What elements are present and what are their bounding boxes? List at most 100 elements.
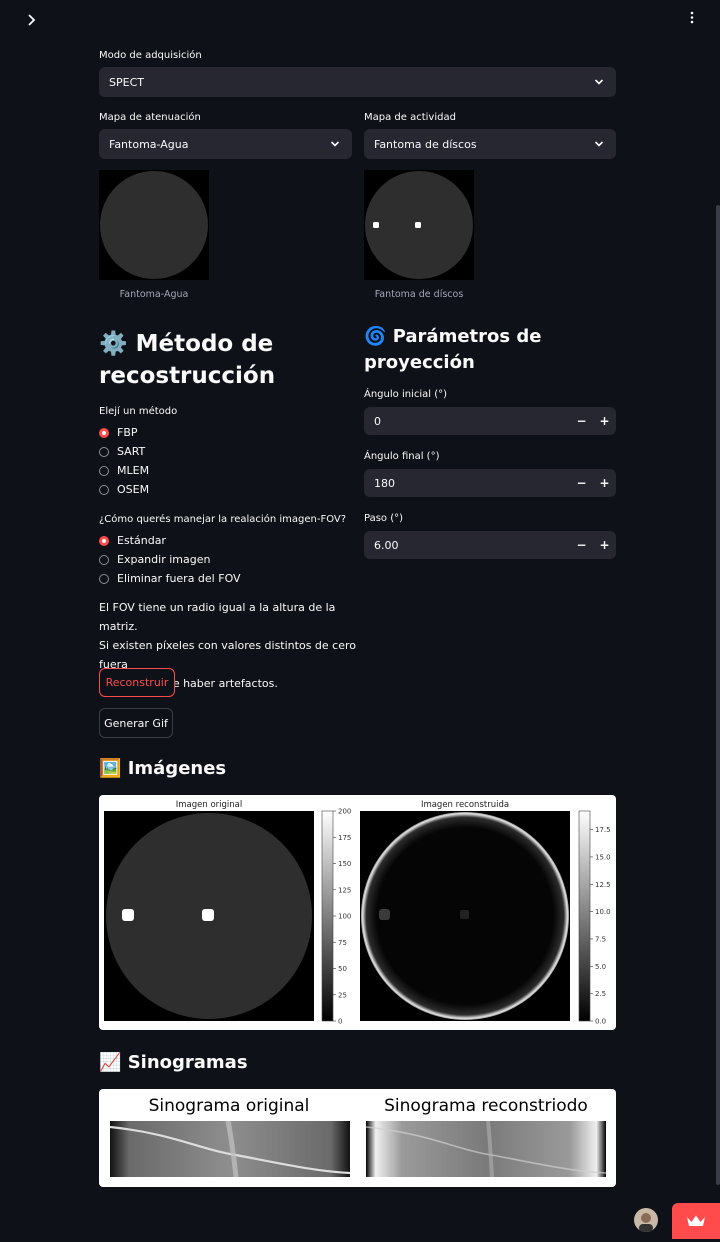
fov-option-label: Expandir imagen — [117, 553, 211, 566]
start-angle-input[interactable]: 0 − + — [364, 407, 616, 435]
end-angle-label: Ángulo final (°) — [364, 451, 440, 462]
start-angle-increment-button[interactable]: + — [593, 407, 616, 435]
original-colorbar-tick-label: 175 — [338, 834, 351, 842]
fov-label: ¿Cómo querés manejar la realación imagen… — [99, 514, 347, 525]
crown-icon — [687, 1215, 705, 1226]
method-option-sart[interactable]: SART — [99, 442, 149, 461]
end-angle-decrement-button[interactable]: − — [570, 469, 593, 497]
original-colorbar-tick-label: 200 — [338, 808, 351, 816]
expand-sidebar-button[interactable] — [24, 12, 40, 28]
fov-option-label: Estándar — [117, 534, 166, 547]
radio-empty-icon — [99, 484, 109, 495]
end-angle-value: 180 — [374, 476, 395, 490]
method-label: Elejí un método — [99, 406, 178, 417]
method-option-fbp[interactable]: FBP — [99, 423, 149, 442]
radio-selected-icon — [99, 427, 109, 438]
fov-option-expand[interactable]: Expandir imagen — [99, 550, 241, 569]
avatar-face-icon — [639, 1213, 653, 1232]
projection-title: Parámetros de proyección — [364, 326, 542, 373]
activity-preview-image — [364, 170, 474, 280]
activity-select[interactable]: Fantoma de díscos — [364, 129, 616, 159]
acquisition-select[interactable]: SPECT — [99, 67, 616, 97]
page-scrollbar[interactable] — [716, 205, 720, 1185]
chevron-down-icon — [594, 141, 604, 147]
original-image-title: Imagen original — [176, 800, 242, 810]
method-option-label: FBP — [117, 426, 138, 439]
start-angle-value: 0 — [374, 414, 381, 428]
sinograms-title: Sinogramas — [127, 1052, 248, 1073]
radio-empty-icon — [99, 465, 109, 476]
radio-selected-icon — [99, 535, 109, 546]
recon-colorbar — [578, 810, 591, 1022]
method-radio-group: FBP SART MLEM OSEM — [99, 423, 149, 499]
recon-sinogram-image — [366, 1121, 606, 1177]
recon-colorbar-tick-label: 12.5 — [595, 881, 611, 889]
recon-colorbar-tick-label: 15.0 — [595, 853, 611, 861]
original-colorbar-tick-label: 25 — [338, 991, 347, 999]
fov-note-line: El FOV tiene un radio igual a la altura … — [99, 601, 336, 633]
original-colorbar-tick-label: 125 — [338, 886, 351, 894]
original-colorbar-tick-label: 0 — [338, 1018, 342, 1026]
fov-option-label: Eliminar fuera del FOV — [117, 572, 241, 585]
images-heading: 🖼️ Imágenes — [99, 756, 226, 782]
recon-colorbar-tick-label: 5.0 — [595, 963, 606, 971]
original-colorbar-tick-label: 100 — [338, 913, 351, 921]
framed-picture-icon: 🖼️ — [99, 758, 122, 779]
radio-empty-icon — [99, 554, 109, 565]
method-option-osem[interactable]: OSEM — [99, 480, 149, 499]
method-heading: ⚙️ Método de recostrucción — [99, 328, 339, 392]
images-title: Imágenes — [127, 758, 227, 779]
attenuation-select[interactable]: Fantoma-Agua — [99, 129, 352, 159]
original-image-plot — [104, 811, 314, 1021]
step-decrement-button[interactable]: − — [570, 531, 593, 559]
recon-colorbar-tick-label: 17.5 — [595, 826, 611, 834]
activity-value: Fantoma de díscos — [374, 137, 477, 151]
chevron-down-icon — [594, 79, 604, 85]
kebab-menu-icon — [690, 11, 694, 24]
projection-heading: 🌀 Parámetros de proyección — [364, 324, 594, 376]
step-value: 6.00 — [374, 538, 399, 552]
method-option-label: OSEM — [117, 483, 150, 496]
radio-empty-icon — [99, 573, 109, 584]
recon-sinogram-title: Sinograma reconstriodo — [384, 1096, 588, 1116]
fov-option-standard[interactable]: Estándar — [99, 531, 241, 550]
recon-image-title: Imagen reconstruida — [421, 800, 509, 810]
original-sinogram-title: Sinograma original — [148, 1096, 310, 1116]
spiral-icon: 🌀 — [364, 326, 387, 347]
original-colorbar-tick-label: 75 — [338, 939, 347, 947]
chevron-right-icon — [28, 14, 36, 26]
method-option-mlem[interactable]: MLEM — [99, 461, 149, 480]
attenuation-value: Fantoma-Agua — [109, 137, 189, 151]
end-angle-input[interactable]: 180 − + — [364, 469, 616, 497]
reconstruct-button[interactable]: Reconstruir — [99, 668, 175, 697]
images-figure: Imagen original 200 175 150 125 100 75 50 25 0 I… — [99, 795, 616, 1030]
start-angle-decrement-button[interactable]: − — [570, 407, 593, 435]
fov-radio-group: Estándar Expandir imagen Eliminar fuera … — [99, 531, 241, 588]
generate-gif-button[interactable]: Generar Gif — [99, 708, 173, 738]
user-avatar[interactable] — [634, 1208, 658, 1232]
radio-empty-icon — [99, 446, 109, 457]
step-label: Paso (°) — [364, 513, 404, 524]
method-option-label: SART — [117, 445, 146, 458]
main-menu-button[interactable] — [684, 10, 700, 26]
fov-option-remove[interactable]: Eliminar fuera del FOV — [99, 569, 241, 588]
original-colorbar-tick-label: 50 — [338, 965, 347, 973]
step-input[interactable]: 6.00 − + — [364, 531, 616, 559]
step-increment-button[interactable]: + — [593, 531, 616, 559]
chart-increasing-icon: 📈 — [99, 1052, 122, 1073]
recon-colorbar-tick-label: 10.0 — [595, 908, 611, 916]
activity-label: Mapa de actividad — [364, 112, 456, 123]
original-colorbar-ticks: 200 175 150 125 100 75 50 25 0 — [333, 808, 351, 1026]
end-angle-increment-button[interactable]: + — [593, 469, 616, 497]
acquisition-value: SPECT — [109, 75, 144, 89]
recon-colorbar-tick-label: 2.5 — [595, 990, 606, 998]
gear-icon: ⚙️ — [99, 331, 128, 357]
chevron-down-icon — [330, 141, 340, 147]
streamlit-badge-button[interactable] — [672, 1203, 720, 1239]
recon-colorbar-tick-label: 0.0 — [595, 1018, 606, 1026]
start-angle-label: Ángulo inicial (°) — [364, 389, 447, 400]
recon-image-plot — [360, 811, 570, 1021]
original-sinogram-image — [110, 1121, 350, 1177]
original-colorbar-tick-label: 150 — [338, 860, 351, 868]
acquisition-label: Modo de adquisición — [99, 50, 202, 61]
